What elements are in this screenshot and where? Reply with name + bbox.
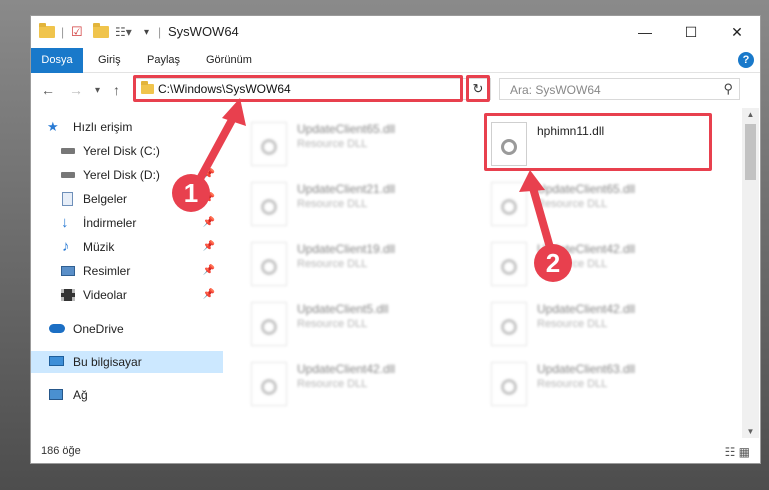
annotation-arrows (191, 98, 557, 262)
arrow-1-head (222, 98, 246, 126)
step-1-badge: 1 (172, 174, 210, 212)
step-2-badge: 2 (534, 244, 572, 282)
arrow-2-head (519, 170, 545, 192)
